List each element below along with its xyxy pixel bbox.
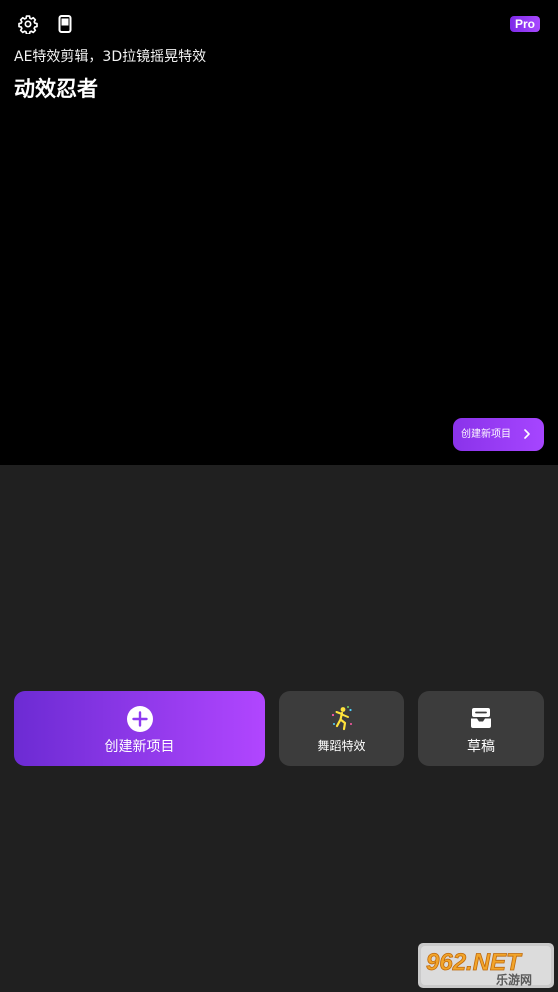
hero-create-button[interactable]: 创建新项目 [453, 418, 544, 451]
app-subtitle: AE特效剪辑，3D拉镜摇晃特效 [14, 49, 207, 65]
watermark-sub: 乐游网 [496, 972, 532, 987]
hero-create-label: 创建新项目 [461, 428, 511, 440]
plus-circle-icon [126, 705, 154, 733]
site-watermark: 962.NET 乐游网 [418, 943, 554, 988]
phone-icon[interactable] [54, 13, 76, 35]
watermark-logo: 962.NET 乐游网 [421, 946, 551, 987]
dance-effects-label: 舞蹈特效 [317, 739, 366, 753]
create-project-label: 创建新项目 [104, 739, 175, 755]
dancer-icon [329, 705, 355, 731]
app-screen: Pro AE特效剪辑，3D拉镜摇晃特效 动效忍者 创建新项目 创建新项目 舞蹈特… [0, 0, 558, 992]
app-title: 动效忍者 [14, 77, 98, 101]
drafts-button[interactable]: 草稿 [418, 691, 544, 766]
gear-icon[interactable] [17, 13, 39, 35]
chevron-right-icon [524, 429, 530, 439]
pro-badge[interactable]: Pro [509, 16, 540, 32]
dance-effects-button[interactable]: 舞蹈特效 [279, 691, 404, 766]
hero-banner: Pro AE特效剪辑，3D拉镜摇晃特效 动效忍者 创建新项目 [0, 0, 558, 465]
drafts-label: 草稿 [467, 739, 495, 755]
create-project-button[interactable]: 创建新项目 [14, 691, 265, 766]
inbox-tray-icon [468, 705, 494, 731]
watermark-brand: 962.NET [426, 949, 523, 976]
